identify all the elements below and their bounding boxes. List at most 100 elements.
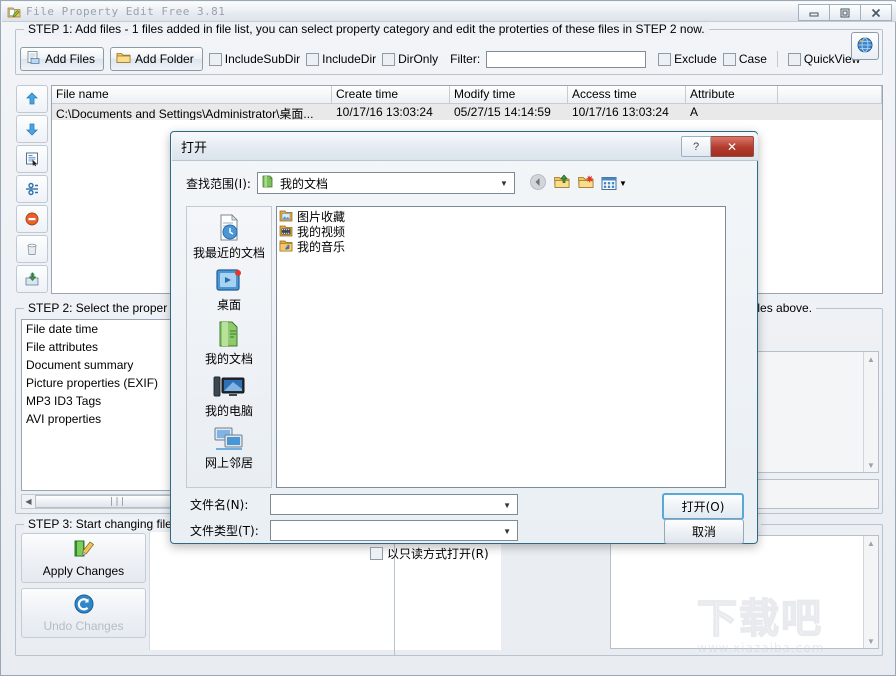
file-item-label: 我的音乐 <box>297 240 346 254</box>
application-window: File Property Edit Free 3.81 STEP 1: Add… <box>0 0 896 676</box>
place-my-documents[interactable]: 我的文档 <box>187 319 271 366</box>
place-label: 我的文档 <box>204 352 253 366</box>
look-in-combobox[interactable]: 我的文档 ▼ <box>256 172 515 194</box>
title-bar: File Property Edit Free 3.81 <box>2 2 896 22</box>
arrow-down-icon <box>26 123 38 136</box>
folder-documents-icon <box>260 174 275 192</box>
dir-only-checkbox[interactable]: DirOnly <box>382 52 438 66</box>
dialog-help-button[interactable]: ? <box>681 136 711 157</box>
dialog-close-button[interactable]: ✕ <box>711 136 754 157</box>
include-subdir-checkbox[interactable]: IncludeSubDir <box>208 52 300 66</box>
save-download-icon <box>25 272 39 286</box>
dir-only-box <box>382 52 396 66</box>
log-output-area[interactable]: ▲ ▼ <box>610 535 879 649</box>
refresh-button[interactable] <box>851 32 879 60</box>
place-my-computer[interactable]: 我的电脑 <box>187 373 271 418</box>
chevron-down-icon[interactable]: ▼ <box>503 501 511 510</box>
column-header-create-time[interactable]: Create time <box>332 86 450 103</box>
apply-book-pencil-icon <box>72 538 96 563</box>
app-folder-pencil-icon <box>7 5 21 19</box>
include-dir-checkbox[interactable]: IncludeDir <box>306 52 376 66</box>
exclude-checkbox[interactable]: Exclude <box>658 52 717 66</box>
views-caret-icon[interactable]: ▼ <box>619 179 627 188</box>
dialog-body: 查找范围(I): 我的文档 ▼ ▼ 我最近的文档 桌面 我的文档 我的电脑 网上… <box>172 161 758 561</box>
column-header-extra[interactable] <box>778 86 882 103</box>
scroll-down-arrow-icon[interactable]: ▼ <box>864 458 879 472</box>
exclude-box <box>658 52 672 66</box>
apply-changes-label: Apply Changes <box>42 564 125 578</box>
step1-group: STEP 1: Add files - 1 files added in fil… <box>15 22 883 75</box>
add-folder-icon <box>116 50 131 68</box>
column-header-modify-time[interactable]: Modify time <box>450 86 568 103</box>
remove-item-button[interactable] <box>16 205 48 233</box>
step1-toolbar: Add Files Add Folder IncludeSubDir Inclu… <box>20 47 860 71</box>
move-up-button[interactable] <box>16 85 48 113</box>
apply-changes-button[interactable]: Apply Changes <box>21 533 146 583</box>
open-button-label: 打开(O) <box>681 500 725 514</box>
back-button[interactable] <box>529 173 547 194</box>
cancel-button[interactable]: 取消 <box>664 519 744 544</box>
window-controls <box>798 4 892 21</box>
add-folder-button[interactable]: Add Folder <box>110 47 203 71</box>
case-checkbox[interactable]: Case <box>722 52 767 66</box>
close-button[interactable] <box>860 4 892 21</box>
open-button[interactable]: 打开(O) <box>662 493 744 520</box>
list-item[interactable]: 我的音乐 <box>279 239 725 254</box>
open-file-dialog: 打开 ? ✕ 查找范围(I): 我的文档 ▼ ▼ 我最近的文档 桌面 我的文档 … <box>170 131 758 561</box>
quickview-box <box>787 52 801 66</box>
filter-input[interactable] <box>486 50 647 68</box>
filetype-combobox[interactable]: ▼ <box>270 520 518 541</box>
back-arrow-icon <box>530 173 546 190</box>
undo-arrow-icon <box>73 593 95 618</box>
scroll-left-arrow-icon[interactable]: ◀ <box>22 495 35 508</box>
network-places-icon <box>212 425 246 456</box>
up-one-level-button[interactable] <box>553 173 571 194</box>
log-scroll-up-arrow-icon[interactable]: ▲ <box>864 536 879 550</box>
log-scroll-down-arrow-icon[interactable]: ▼ <box>864 634 879 648</box>
filename-combobox[interactable]: ▼ <box>270 494 518 515</box>
chevron-down-icon[interactable]: ▼ <box>503 527 511 536</box>
place-label: 我的电脑 <box>204 404 253 418</box>
clear-list-button[interactable] <box>16 235 48 263</box>
move-down-button[interactable] <box>16 115 48 143</box>
file-browser-pane[interactable]: 图片收藏 我的视频 我的音乐 <box>276 206 726 488</box>
maximize-button[interactable] <box>829 4 861 21</box>
views-button[interactable]: ▼ <box>601 176 627 191</box>
column-header-file-name[interactable]: File name <box>52 86 332 103</box>
list-select-icon <box>26 152 38 167</box>
chevron-down-icon[interactable]: ▼ <box>500 179 508 188</box>
quickview-checkbox[interactable]: QuickView <box>787 52 860 66</box>
place-recent-documents[interactable]: 我最近的文档 <box>187 213 271 260</box>
table-row[interactable]: C:\Documents and Settings\Administrator\… <box>52 104 882 120</box>
cell-modify-time: 05/27/15 14:14:59 <box>454 105 551 119</box>
minimize-button[interactable] <box>798 4 830 21</box>
place-desktop[interactable]: 桌面 <box>187 267 271 312</box>
create-new-folder-button[interactable] <box>577 173 595 194</box>
invert-selection-button[interactable] <box>16 175 48 203</box>
column-header-access-time[interactable]: Access time <box>568 86 686 103</box>
scroll-up-arrow-icon[interactable]: ▲ <box>864 352 879 366</box>
list-item[interactable]: 图片收藏 <box>279 209 725 224</box>
variable-list-scrollbar[interactable]: ▲ ▼ <box>863 352 878 472</box>
open-readonly-checkbox[interactable]: 以只读方式打开(R) <box>370 545 489 562</box>
include-subdir-box <box>208 52 222 66</box>
column-header-attribute[interactable]: Attribute <box>686 86 778 103</box>
log-scrollbar[interactable]: ▲ ▼ <box>863 536 878 648</box>
place-network[interactable]: 网上邻居 <box>187 425 271 470</box>
filename-row: 文件名(N): ▼ <box>190 494 518 515</box>
place-label: 我最近的文档 <box>192 246 265 260</box>
app-title: File Property Edit Free 3.81 <box>26 5 226 18</box>
add-folder-label: Add Folder <box>135 52 194 66</box>
save-list-button[interactable] <box>16 265 48 293</box>
step3-legend: STEP 3: Start changing file <box>24 517 176 531</box>
list-item[interactable]: 我的视频 <box>279 224 725 239</box>
look-in-row: 查找范围(I): 我的文档 ▼ ▼ <box>186 172 627 194</box>
undo-changes-button[interactable]: Undo Changes <box>21 588 146 638</box>
select-all-button[interactable] <box>16 145 48 173</box>
file-list-header: File name Create time Modify time Access… <box>52 86 882 104</box>
add-files-button[interactable]: Add Files <box>20 47 105 71</box>
include-dir-label: IncludeDir <box>322 52 377 66</box>
cell-attribute: A <box>690 105 699 119</box>
refresh-globe-icon <box>856 36 874 57</box>
music-folder-icon <box>279 239 293 255</box>
